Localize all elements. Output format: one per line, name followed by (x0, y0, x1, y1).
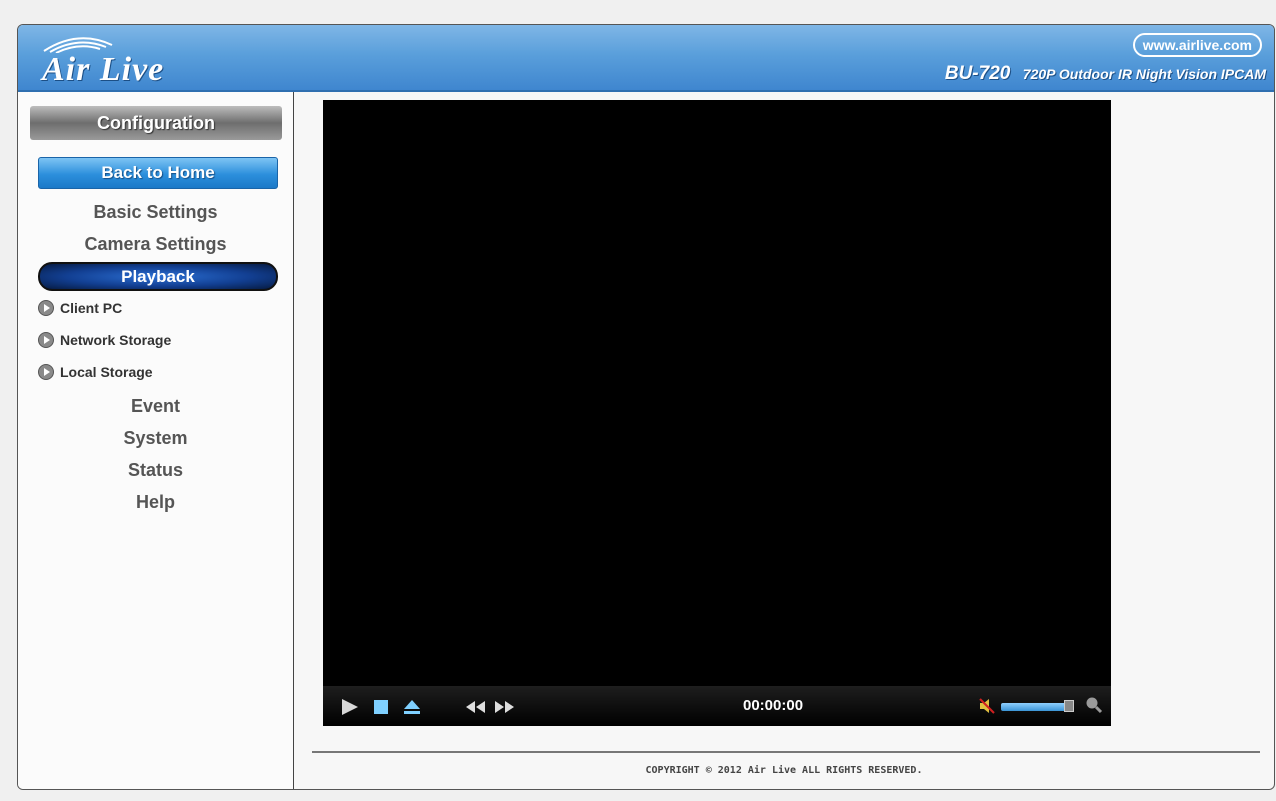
stop-icon[interactable] (373, 699, 389, 715)
sidebar-subitem-client-pc[interactable]: Client PC (38, 300, 122, 316)
website-link[interactable]: www.airlive.com (1132, 33, 1262, 57)
sidebar-subitem-local-storage[interactable]: Local Storage (38, 364, 153, 380)
footer-divider (312, 751, 1260, 753)
configuration-heading: Configuration (30, 106, 282, 140)
sidebar-item-event[interactable]: Event (18, 396, 293, 417)
sidebar-item-camera-settings[interactable]: Camera Settings (18, 234, 293, 255)
play-circle-icon (38, 364, 54, 380)
main-content: 00:00:00 COPYRIGHT © 2012 Air Live ALL R… (294, 92, 1274, 789)
copyright-text: COPYRIGHT © 2012 Air Live ALL RIGHTS RES… (645, 765, 923, 776)
play-circle-icon (38, 300, 54, 316)
sidebar-item-playback[interactable]: Playback (38, 262, 278, 291)
play-icon[interactable] (341, 698, 359, 716)
volume-knob[interactable] (1064, 700, 1074, 712)
sidebar-item-status[interactable]: Status (18, 460, 293, 481)
sidebar: Configuration Back to Home Basic Setting… (18, 92, 294, 789)
model-code: BU-720 (944, 63, 1011, 84)
subitem-label: Client PC (60, 300, 123, 316)
product-title: BU-720 720P Outdoor IR Night Vision IPCA… (945, 63, 1266, 85)
play-circle-icon (38, 332, 54, 348)
eject-icon[interactable] (403, 698, 421, 716)
airlive-logo: Air Live (32, 31, 222, 88)
mute-icon[interactable] (977, 696, 997, 716)
video-player[interactable]: 00:00:00 (323, 100, 1111, 726)
subitem-label: Network Storage (60, 332, 172, 348)
playback-time: 00:00:00 (743, 697, 804, 714)
player-controls: 00:00:00 (323, 686, 1111, 726)
sidebar-subitem-network-storage[interactable]: Network Storage (38, 332, 171, 348)
subitem-label: Local Storage (60, 364, 153, 380)
header-banner: Air Live www.airlive.com BU-720 720P Out… (18, 25, 1274, 92)
model-description: 720P Outdoor IR Night Vision IPCAM (1022, 66, 1266, 82)
wireless-arcs-icon (43, 37, 113, 53)
back-to-home-button[interactable]: Back to Home (38, 157, 278, 189)
logo-text: Air Live (42, 51, 165, 88)
sidebar-item-basic-settings[interactable]: Basic Settings (18, 202, 293, 223)
sidebar-item-system[interactable]: System (18, 428, 293, 449)
zoom-icon[interactable] (1085, 696, 1103, 714)
sidebar-item-help[interactable]: Help (18, 492, 293, 513)
rewind-icon[interactable] (465, 700, 487, 714)
app-frame: Air Live www.airlive.com BU-720 720P Out… (17, 24, 1275, 790)
volume-slider[interactable] (1001, 700, 1074, 712)
fast-forward-icon[interactable] (493, 700, 515, 714)
